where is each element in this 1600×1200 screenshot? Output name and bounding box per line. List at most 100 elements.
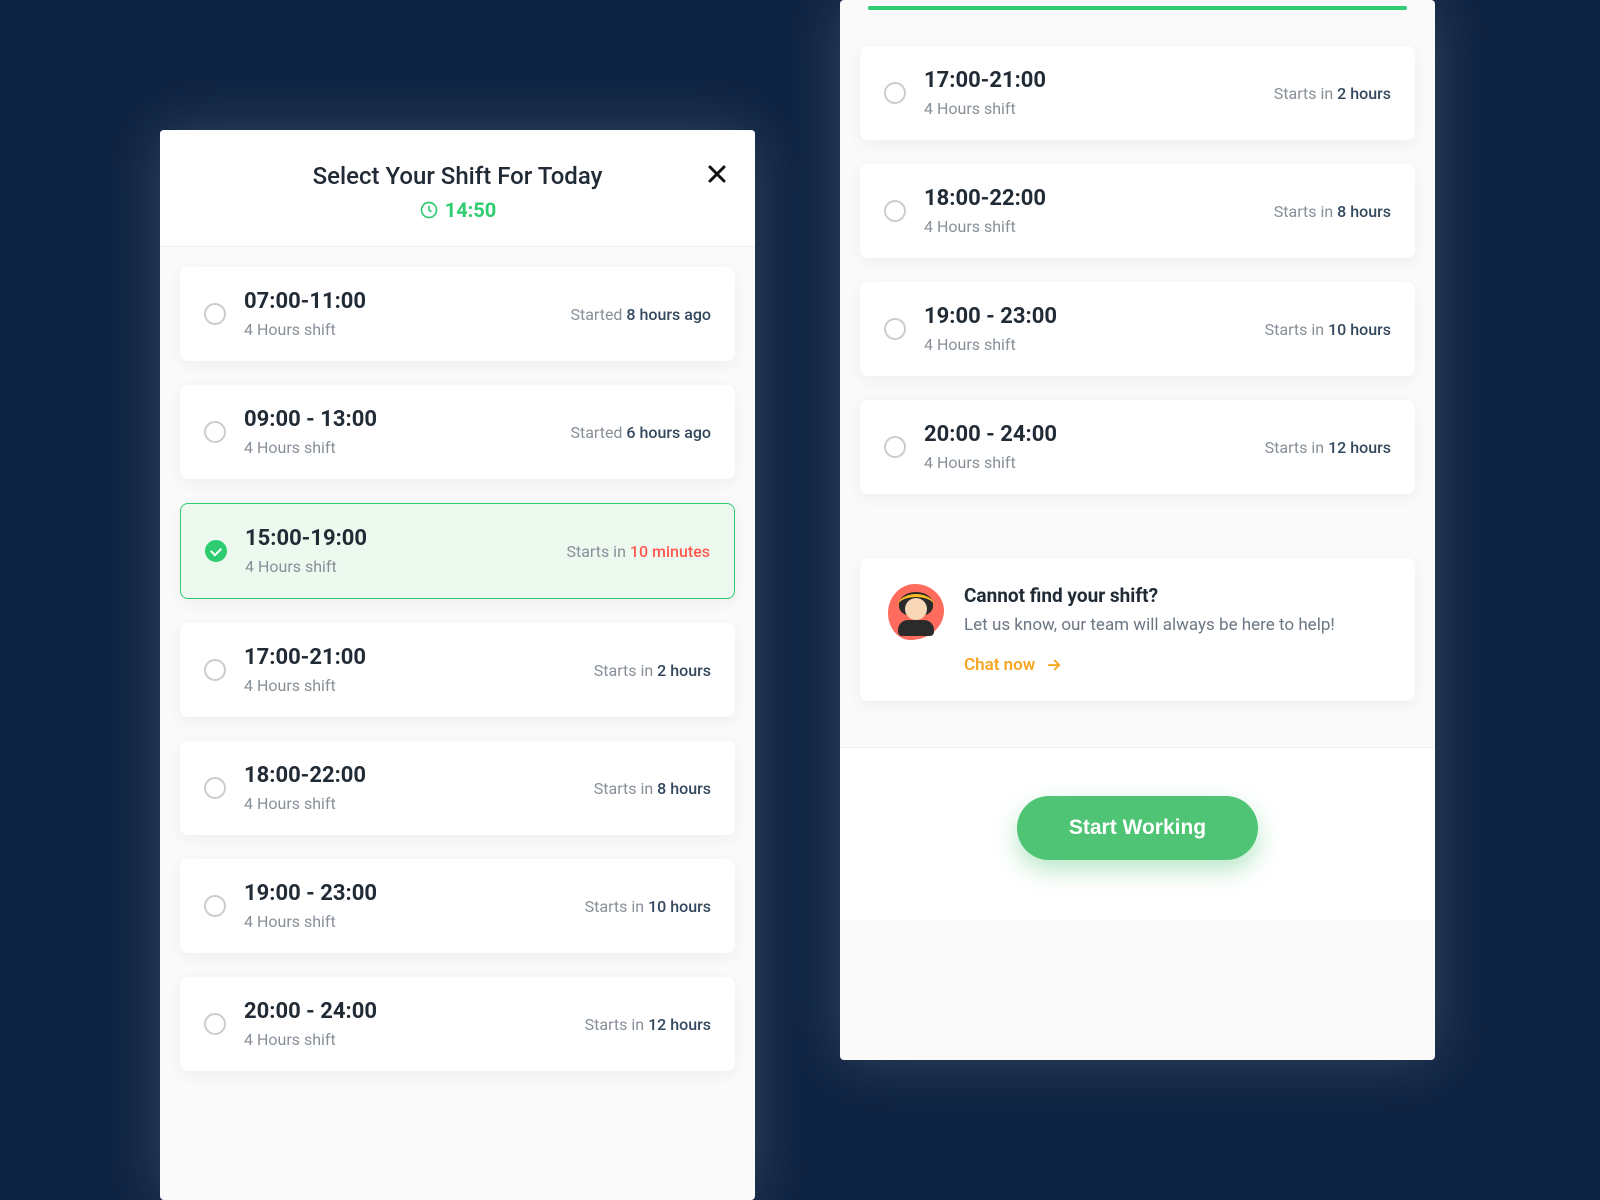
- shift-status: Starts in 8 hours: [1274, 202, 1391, 221]
- shift-selector-panel-left: Select Your Shift For Today 14:50 07:00-…: [160, 130, 755, 1200]
- shift-status: Starts in 12 hours: [1265, 438, 1391, 457]
- shift-duration: 4 Hours shift: [924, 217, 1256, 236]
- shift-time: 18:00-22:00: [244, 763, 576, 788]
- shift-status-prefix: Starts in: [1274, 202, 1337, 221]
- shift-status-value: 8 hours ago: [626, 305, 711, 324]
- help-title: Cannot find your shift?: [964, 584, 1387, 607]
- shift-duration: 4 Hours shift: [924, 99, 1256, 118]
- shift-card[interactable]: 09:00 - 13:00 4 Hours shift Started 6 hour…: [180, 385, 735, 479]
- shift-status-value: 2 hours: [1337, 84, 1391, 103]
- shift-status: Starts in 2 hours: [1274, 84, 1391, 103]
- shift-time: 19:00 - 23:00: [244, 881, 567, 906]
- shift-card[interactable]: 18:00-22:004 Hours shift Starts in 8 hour…: [180, 741, 735, 835]
- shift-time: 17:00-21:00: [244, 645, 576, 670]
- radio-icon[interactable]: [884, 200, 906, 222]
- shift-duration: 4 Hours shift: [244, 438, 552, 457]
- clock-icon: [419, 200, 439, 220]
- shift-duration: 4 Hours shift: [244, 912, 567, 931]
- shift-card[interactable]: 17:00-21:004 Hours shift Starts in 2 hour…: [860, 46, 1415, 140]
- support-avatar-icon: [888, 584, 944, 640]
- radio-checked-icon[interactable]: [205, 540, 227, 562]
- shift-status: Starts in 2 hours: [594, 661, 711, 680]
- close-button[interactable]: [705, 162, 729, 190]
- shift-info: 17:00-21:004 Hours shift: [924, 68, 1256, 118]
- shift-status-prefix: Starts in: [585, 1015, 648, 1034]
- start-working-button[interactable]: Start Working: [1017, 796, 1258, 860]
- shift-card[interactable]: 07:00-11:00 4 Hours shift Started 8 hours …: [180, 267, 735, 361]
- current-time-row: 14:50: [188, 198, 727, 222]
- shift-status-prefix: Starts in: [566, 542, 629, 561]
- shift-selector-panel-right: 17:00-21:004 Hours shift Starts in 2 hour…: [840, 0, 1435, 1060]
- shift-info: 18:00-22:004 Hours shift: [244, 763, 576, 813]
- shift-status: Starts in 12 hours: [585, 1015, 711, 1034]
- radio-icon[interactable]: [204, 1013, 226, 1035]
- arrow-right-icon: [1045, 656, 1063, 674]
- radio-icon[interactable]: [884, 318, 906, 340]
- radio-icon[interactable]: [204, 303, 226, 325]
- shift-status: Starts in 10 minutes: [566, 542, 710, 561]
- shift-status-value: 6 hours ago: [626, 423, 711, 442]
- shift-card[interactable]: 20:00 - 24:00 4 Hours shift Starts in 12 h…: [860, 400, 1415, 494]
- shift-duration: 4 Hours shift: [244, 1030, 567, 1049]
- help-content: Cannot find your shift? Let us know, our…: [964, 584, 1387, 675]
- chat-now-label: Chat now: [964, 655, 1035, 675]
- shift-card[interactable]: 18:00-22:00 4 Hours shift Starts in 8 hour…: [860, 164, 1415, 258]
- shift-info: 20:00 - 24:00 4 Hours shift: [924, 422, 1247, 472]
- shift-time: 20:00 - 24:00: [924, 422, 1247, 447]
- shift-status-value: 8 hours: [657, 779, 711, 798]
- shift-duration: 4 Hours shift: [244, 676, 576, 695]
- shift-info: 15:00-19:00 4 Hours shift: [245, 526, 548, 576]
- shift-info: 19:00 - 23:00 4 Hours shift: [924, 304, 1247, 354]
- shift-duration: 4 Hours shift: [924, 453, 1247, 472]
- radio-icon[interactable]: [204, 895, 226, 917]
- progress-bar: [868, 6, 1407, 10]
- shift-status-value: 12 hours: [1328, 438, 1391, 457]
- shift-info: 07:00-11:00 4 Hours shift: [244, 289, 552, 339]
- shift-duration: 4 Hours shift: [244, 320, 552, 339]
- shift-status-prefix: Starts in: [1265, 320, 1328, 339]
- shift-card[interactable]: 20:00 - 24:00 4 Hours shift Starts in 12 h…: [180, 977, 735, 1071]
- radio-icon[interactable]: [884, 82, 906, 104]
- radio-icon[interactable]: [204, 659, 226, 681]
- shift-info: 19:00 - 23:00 4 Hours shift: [244, 881, 567, 931]
- radio-icon[interactable]: [204, 421, 226, 443]
- shift-status-prefix: Starts in: [1274, 84, 1337, 103]
- shift-status-value: 10 hours: [648, 897, 711, 916]
- shift-status: Started 6 hours ago: [570, 423, 711, 442]
- shift-list-left: 07:00-11:00 4 Hours shift Started 8 hours …: [160, 247, 755, 1091]
- shift-time: 15:00-19:00: [245, 526, 548, 551]
- shift-status: Started 8 hours ago: [570, 305, 711, 324]
- help-text: Let us know, our team will always be her…: [964, 613, 1387, 639]
- shift-time: 20:00 - 24:00: [244, 999, 567, 1024]
- shift-card[interactable]: 15:00-19:00 4 Hours shift Starts in 10 min…: [180, 503, 735, 599]
- shift-duration: 4 Hours shift: [924, 335, 1247, 354]
- shift-status-prefix: Started: [570, 423, 626, 442]
- shift-card[interactable]: 19:00 - 23:00 4 Hours shift Starts in 10 h…: [180, 859, 735, 953]
- close-icon: [705, 162, 729, 186]
- shift-status: Starts in 10 hours: [585, 897, 711, 916]
- shift-info: 09:00 - 13:00 4 Hours shift: [244, 407, 552, 457]
- chat-now-link[interactable]: Chat now: [964, 655, 1063, 675]
- shift-time: 18:00-22:00: [924, 186, 1256, 211]
- shift-duration: 4 Hours shift: [245, 557, 548, 576]
- shift-status-value: 12 hours: [648, 1015, 711, 1034]
- radio-icon[interactable]: [884, 436, 906, 458]
- shift-status-value: 10 hours: [1328, 320, 1391, 339]
- modal-header: Select Your Shift For Today 14:50: [160, 130, 755, 247]
- footer: Start Working: [840, 747, 1435, 920]
- shift-status-prefix: Starts in: [1265, 438, 1328, 457]
- shift-status: Starts in 8 hours: [594, 779, 711, 798]
- shift-card[interactable]: 17:00-21:00 4 Hours shift Starts in 2 hour…: [180, 623, 735, 717]
- radio-icon[interactable]: [204, 777, 226, 799]
- shift-time: 19:00 - 23:00: [924, 304, 1247, 329]
- shift-time: 07:00-11:00: [244, 289, 552, 314]
- shift-list-right: 17:00-21:004 Hours shift Starts in 2 hour…: [840, 26, 1435, 721]
- help-card: Cannot find your shift? Let us know, our…: [860, 558, 1415, 701]
- shift-info: 17:00-21:00 4 Hours shift: [244, 645, 576, 695]
- shift-time: 09:00 - 13:00: [244, 407, 552, 432]
- shift-status-prefix: Starts in: [594, 779, 657, 798]
- shift-status: Starts in 10 hours: [1265, 320, 1391, 339]
- shift-status-value: 2 hours: [657, 661, 711, 680]
- shift-card[interactable]: 19:00 - 23:00 4 Hours shift Starts in 10 h…: [860, 282, 1415, 376]
- modal-title: Select Your Shift For Today: [188, 162, 727, 190]
